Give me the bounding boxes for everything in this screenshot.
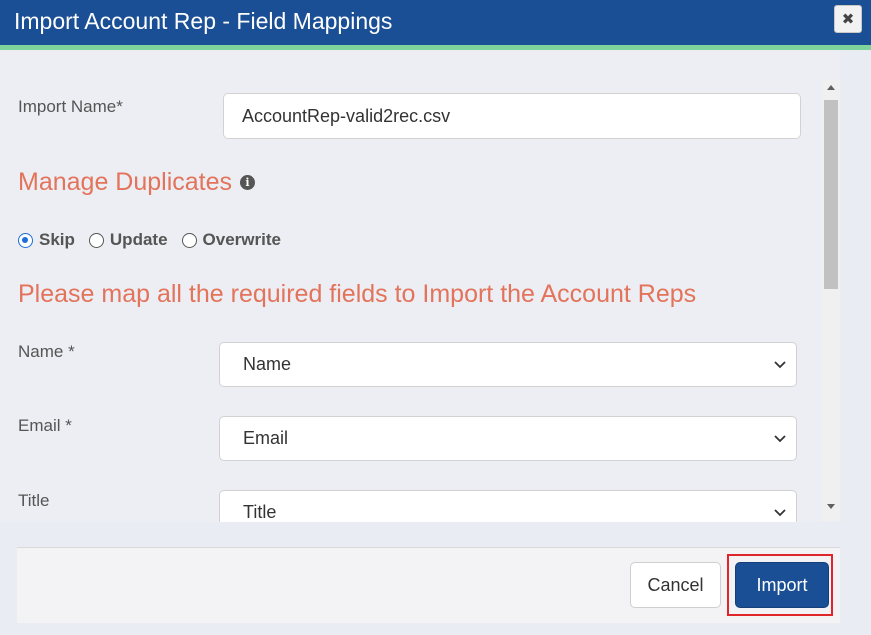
info-icon[interactable]: i [240,175,256,190]
chevron-down-icon [774,508,786,516]
radio-update-label: Update [109,230,168,249]
import-button[interactable]: Import [735,562,829,608]
radio-update[interactable]: Update [88,230,168,250]
radio-skip[interactable]: Skip [18,230,75,250]
close-icon: ✖ [841,11,855,28]
chevron-down-icon [774,360,786,368]
dialog-title-bar: Import Account Rep - Field Mappings ✖ [0,0,871,45]
form-scrollbar[interactable] [822,80,840,521]
chevron-down-icon [774,434,786,442]
name-mapping-select[interactable]: Name [219,342,797,387]
scroll-down-arrow-icon[interactable] [827,504,835,509]
form-scroll-area[interactable]: Import Name* Manage Duplicates i Skip Upd… [0,50,840,522]
manage-duplicates-heading: Manage Duplicates i [18,168,256,197]
title-field-label: Title [18,491,50,510]
radio-update-indicator[interactable] [88,232,104,248]
import-name-input[interactable] [223,93,801,139]
manage-duplicates-title: Manage Duplicates [18,168,233,196]
cancel-button[interactable]: Cancel [630,562,721,608]
scrollbar-thumb[interactable] [824,100,838,289]
radio-overwrite-indicator[interactable] [181,232,197,248]
name-mapping-value: Name [243,354,292,374]
radio-skip-label: Skip [39,230,75,249]
title-mapping-select[interactable]: Title [219,490,797,522]
scroll-up-arrow-icon[interactable] [827,85,835,90]
email-field-label: Email * [18,416,72,435]
title-mapping-value: Title [243,502,277,522]
name-field-label: Name * [18,342,75,361]
duplicates-radio-group: Skip Update Overwrite [18,230,281,250]
email-mapping-value: Email [243,428,289,448]
import-name-label: Import Name* [18,97,123,116]
radio-overwrite-label: Overwrite [202,230,281,249]
email-mapping-select[interactable]: Email [219,416,797,461]
mapping-heading: Please map all the required fields to Im… [18,280,697,308]
dialog-title: Import Account Rep - Field Mappings [14,8,393,34]
close-button[interactable]: ✖ [834,5,862,33]
radio-skip-indicator[interactable] [18,232,33,248]
radio-overwrite[interactable]: Overwrite [181,230,281,250]
